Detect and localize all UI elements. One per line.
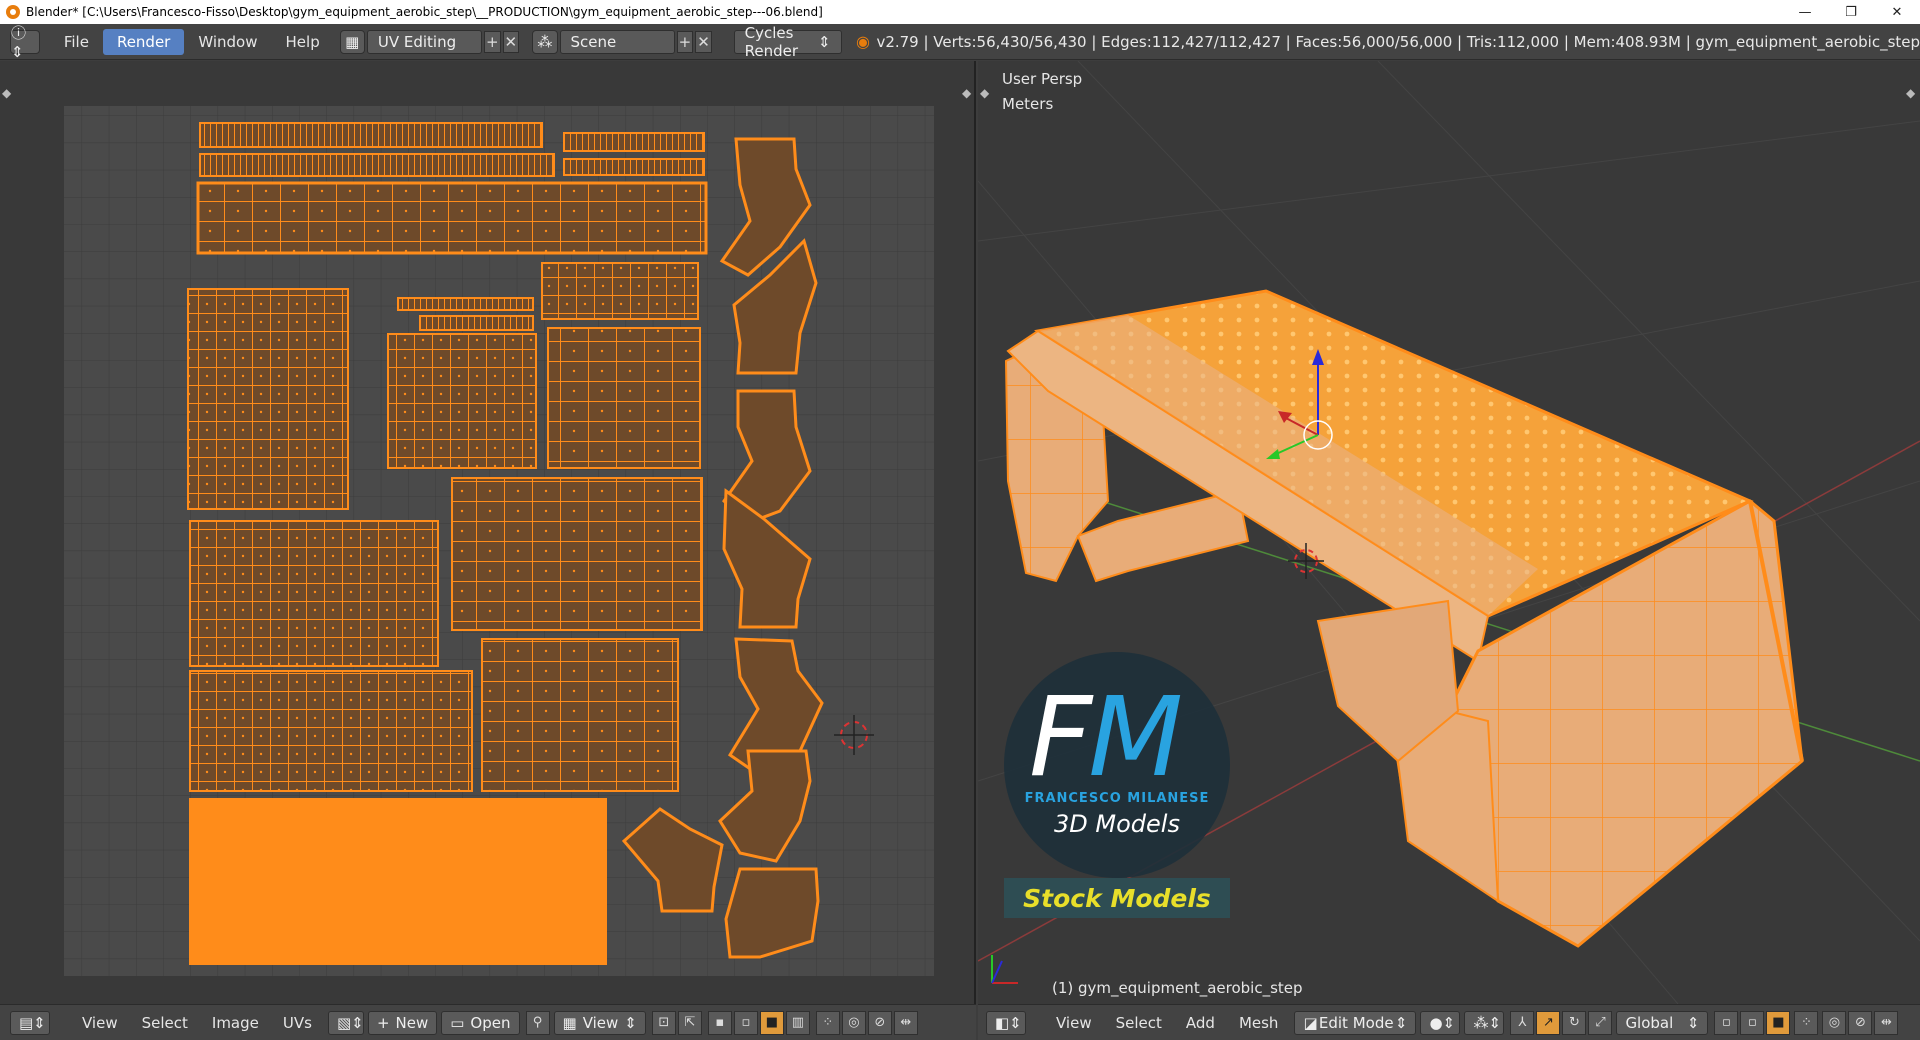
- scene-stats: v2.79 | Verts:56,430/56,430 | Edges:112,…: [876, 32, 1920, 51]
- menu-render[interactable]: Render: [102, 28, 185, 55]
- edge-select-mode-icon[interactable]: ▫: [1740, 1010, 1765, 1035]
- face-select-mode-icon[interactable]: ■: [1766, 1010, 1791, 1035]
- watermark-name: FRANCESCO MILANESE: [1024, 791, 1210, 806]
- rotate-manipulator-icon[interactable]: ↻: [1562, 1010, 1587, 1035]
- watermark-subtitle: 3D Models: [1054, 810, 1180, 838]
- edge-select-icon[interactable]: ▫: [733, 1010, 758, 1035]
- translate-manipulator-icon[interactable]: ↗: [1536, 1010, 1561, 1035]
- snap-target-icon[interactable]: ⇹: [1874, 1010, 1899, 1035]
- add-screen-icon[interactable]: +: [484, 30, 501, 53]
- screen-layout-icon[interactable]: ▦: [339, 29, 365, 54]
- blender-logo-icon: [6, 5, 20, 19]
- proportional-edit-icon[interactable]: ◎: [841, 1010, 866, 1035]
- view-mode-select[interactable]: ▦ View ⇕: [553, 1010, 646, 1035]
- maximize-button[interactable]: ❐: [1828, 0, 1874, 24]
- face-select-icon[interactable]: ■: [759, 1010, 784, 1035]
- dropdown-arrows-icon: ⇕: [817, 32, 831, 51]
- pin-image-icon[interactable]: ⚲: [525, 1010, 550, 1035]
- editor-type-3d-icon[interactable]: ◧⇕: [986, 1010, 1026, 1035]
- window-titlebar: Blender* [C:\Users\Francesco-Fisso\Deskt…: [0, 0, 1920, 24]
- uv-island-top-strips[interactable]: [196, 122, 708, 255]
- sync-selection-icon[interactable]: ⇱: [677, 1010, 702, 1035]
- orientation-label: Global: [1625, 1013, 1674, 1032]
- interaction-mode-label: Edit Mode: [1318, 1013, 1394, 1032]
- plus-icon: +: [376, 1013, 390, 1032]
- remove-screen-icon[interactable]: ✕: [502, 30, 520, 53]
- watermark-letter-f: F: [1029, 673, 1092, 801]
- render-engine-label: Cycles Render: [744, 23, 799, 60]
- info-header: ⓘ ⇕ File Render Window Help ▦ UV Editing…: [0, 24, 1920, 61]
- edit-mode-icon: ◪: [1303, 1013, 1318, 1032]
- proportional-editing-icon[interactable]: ◎: [1822, 1010, 1847, 1035]
- add-scene-icon[interactable]: +: [676, 30, 694, 53]
- uv-menu-image[interactable]: Image: [200, 1014, 271, 1032]
- vertex-select-icon[interactable]: ▪: [707, 1010, 732, 1035]
- menu-help[interactable]: Help: [272, 29, 334, 55]
- toolbar-toggle-icon-3d[interactable]: ◆: [980, 86, 990, 100]
- interaction-mode-select[interactable]: ◪ Edit Mode ⇕: [1294, 1010, 1417, 1035]
- view-mode-icon: ▦: [562, 1013, 577, 1032]
- new-image-label: New: [395, 1013, 429, 1032]
- blender-window: Blender* [C:\Users\Francesco-Fisso\Deskt…: [0, 0, 1920, 1040]
- editor-type-info-icon[interactable]: ⓘ ⇕: [10, 24, 40, 61]
- view-units-label: Meters: [1002, 95, 1054, 113]
- pivot-point-icon[interactable]: ⁂⇕: [1464, 1010, 1505, 1035]
- editor-type-uv-icon[interactable]: ▤⇕: [10, 1010, 50, 1035]
- view3d-menu-mesh[interactable]: Mesh: [1227, 1014, 1291, 1032]
- watermark-letter-m: M: [1088, 673, 1183, 801]
- screen-layout-field[interactable]: UV Editing: [366, 29, 482, 54]
- view-mode-label: View: [582, 1013, 619, 1032]
- transform-orientation-select[interactable]: Global ⇕: [1616, 1010, 1709, 1035]
- menu-file[interactable]: File: [50, 29, 103, 55]
- scene-field[interactable]: Scene: [559, 29, 675, 54]
- scene-icon[interactable]: ⁂: [532, 29, 558, 54]
- manipulator-icon[interactable]: ⅄: [1510, 1010, 1535, 1035]
- view3d-menu-view[interactable]: View: [1044, 1014, 1104, 1032]
- render-engine-select[interactable]: Cycles Render ⇕: [733, 24, 842, 60]
- active-object-label: (1) gym_equipment_aerobic_step: [1052, 979, 1303, 997]
- close-button[interactable]: ✕: [1874, 0, 1920, 24]
- properties-toggle-icon-3d[interactable]: ◆: [1906, 86, 1916, 100]
- uv-menu-uvs[interactable]: UVs: [271, 1014, 324, 1032]
- pivot-icon[interactable]: ⊡: [651, 1010, 676, 1035]
- uv-editor-header: ▤⇕ View Select Image UVs ▧⇕ + New ▭ Open ⚲…: [0, 1004, 976, 1040]
- dropdown-arrows-icon: ⇕: [1394, 1013, 1408, 1032]
- view3d-menu-add[interactable]: Add: [1174, 1014, 1227, 1032]
- remove-scene-icon[interactable]: ✕: [695, 30, 712, 53]
- sticky-select-icon[interactable]: ⁘: [815, 1010, 840, 1035]
- dropdown-arrows-icon: ⇕: [624, 1013, 637, 1032]
- minimize-button[interactable]: —: [1782, 0, 1828, 24]
- vertex-select-mode-icon[interactable]: ▫: [1714, 1010, 1739, 1035]
- toolbar-toggle-icon[interactable]: ◆: [2, 86, 12, 100]
- uv-image-editor[interactable]: ◆ ◆: [0, 61, 976, 1004]
- scale-manipulator-icon[interactable]: ⤢: [1588, 1010, 1613, 1035]
- blender-version-icon: ◉: [855, 32, 870, 51]
- uv-canvas[interactable]: ◆ ◆: [0, 61, 976, 1004]
- view-perspective-label: User Persp: [1002, 70, 1083, 88]
- uv-tools-icon[interactable]: ⇹: [893, 1010, 918, 1035]
- snap-element-icon[interactable]: ⊘: [1848, 1010, 1873, 1035]
- viewport-shading-icon[interactable]: ●⇕: [1420, 1010, 1461, 1035]
- 3d-view-header: ◧⇕ View Select Add Mesh ◪ Edit Mode ⇕ ●⇕ ⁂…: [978, 1004, 1920, 1040]
- window-title: Blender* [C:\Users\Francesco-Fisso\Deskt…: [26, 5, 823, 19]
- island-select-icon[interactable]: ▥: [785, 1010, 810, 1035]
- open-image-label: Open: [470, 1013, 511, 1032]
- open-image-button[interactable]: ▭ Open: [441, 1010, 520, 1035]
- view3d-menu-select[interactable]: Select: [1104, 1014, 1174, 1032]
- image-browse-icon[interactable]: ▧⇕: [327, 1010, 364, 1035]
- uv-menu-select[interactable]: Select: [130, 1014, 200, 1032]
- watermark-badge: Stock Models: [1004, 878, 1230, 918]
- menu-window[interactable]: Window: [184, 29, 271, 55]
- watermark-logo: FM: [1029, 682, 1183, 792]
- uv-menu-view[interactable]: View: [70, 1014, 130, 1032]
- folder-icon: ▭: [450, 1013, 465, 1032]
- view-axes-icon: [991, 955, 1018, 984]
- dropdown-arrows-icon: ⇕: [1686, 1013, 1700, 1032]
- properties-toggle-icon[interactable]: ◆: [962, 86, 972, 100]
- snap-icon[interactable]: ⊘: [867, 1010, 892, 1035]
- occlude-geometry-icon[interactable]: ⁘: [1794, 1010, 1819, 1035]
- new-image-button[interactable]: + New: [367, 1010, 438, 1035]
